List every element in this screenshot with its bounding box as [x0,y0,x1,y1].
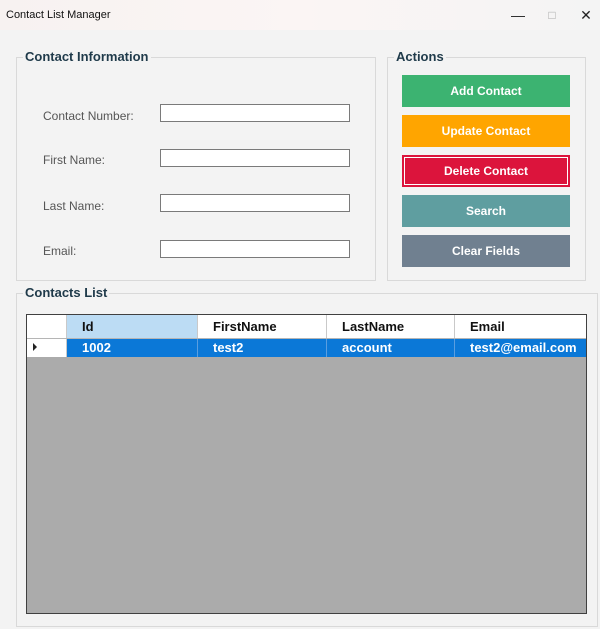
column-header-firstname[interactable]: FirstName [198,315,327,338]
cell-id[interactable]: 1002 [67,339,198,357]
column-header-email[interactable]: Email [455,315,586,338]
contact-number-input[interactable] [160,104,350,122]
window-title: Contact List Manager [6,9,111,21]
current-row-arrow-icon [33,343,37,351]
search-button[interactable]: Search [402,195,570,227]
add-contact-button[interactable]: Add Contact [402,75,570,107]
delete-contact-button[interactable]: Delete Contact [402,155,570,187]
email-input[interactable] [160,240,350,258]
cell-email[interactable]: test2@email.com [455,339,586,357]
title-bar: Contact List Manager — □ ✕ [0,0,600,30]
close-icon[interactable]: ✕ [572,4,600,26]
contacts-grid[interactable]: Id FirstName LastName Email 1002 test2 a… [26,314,587,614]
clear-fields-button[interactable]: Clear Fields [402,235,570,267]
first-name-input[interactable] [160,149,350,167]
grid-header: Id FirstName LastName Email [27,315,586,339]
contact-number-label: Contact Number: [43,109,134,123]
table-row[interactable]: 1002 test2 account test2@email.com [67,339,586,357]
column-header-lastname[interactable]: LastName [327,315,455,338]
cell-firstname[interactable]: test2 [198,339,327,357]
actions-title: Actions [394,49,446,64]
last-name-input[interactable] [160,194,350,212]
cell-lastname[interactable]: account [327,339,455,357]
first-name-label: First Name: [43,153,106,167]
contacts-list-title: Contacts List [23,285,110,300]
grid-corner-cell[interactable] [27,315,67,338]
minimize-icon[interactable]: — [504,4,532,26]
contact-info-title: Contact Information [23,49,151,64]
column-header-id[interactable]: Id [67,315,198,338]
row-header[interactable] [27,339,67,357]
email-label: Email: [43,244,77,258]
maximize-icon: □ [548,8,556,22]
update-contact-button[interactable]: Update Contact [402,115,570,147]
last-name-label: Last Name: [43,199,105,213]
